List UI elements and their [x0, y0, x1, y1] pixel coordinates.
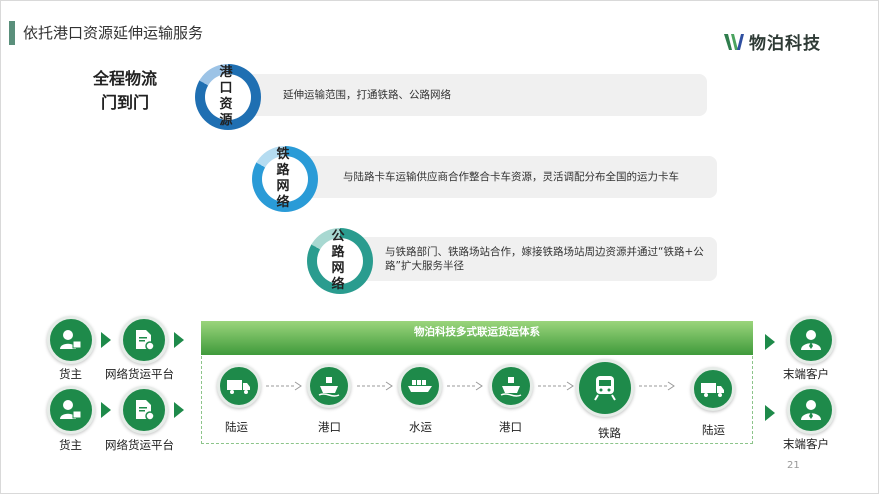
flow-arrow [174, 402, 184, 418]
flow-arrow [101, 332, 111, 348]
step-train-node [576, 359, 634, 417]
headline-line1: 全程物流 [92, 69, 157, 88]
page-number: 21 [787, 460, 800, 471]
step-label: 港口 [499, 420, 522, 434]
company-logo: 物泊科技 [723, 29, 821, 54]
slide: 依托港口资源延伸运输服务 物泊科技 全程物流 门到门 延伸运输范围，打通铁路、公… [0, 0, 879, 494]
badge-line1: 公路 [331, 229, 349, 260]
service-text: 与铁路部门、铁路场站合作，嫁接铁路场站周边资源并通过“铁路+公路”扩大服务半径 [385, 246, 704, 272]
cargo-ship-icon [408, 380, 432, 392]
port-ship-icon [500, 377, 522, 397]
badge-line2: 网络 [276, 179, 294, 210]
shipper-icon [60, 330, 82, 349]
truck-icon [701, 383, 724, 397]
step-truck-node [691, 367, 735, 411]
badge-road: 公路 网络 [317, 229, 363, 292]
step-label: 水运 [409, 420, 432, 434]
service-row-rail: 与陆路卡车运输供应商合作整合卡车资源，灵活调配分布全国的运力卡车 [273, 156, 717, 198]
freight-platform-label: 网络货运平台 [105, 367, 174, 381]
shipper-node [47, 386, 95, 434]
headline: 全程物流 门到门 [79, 67, 171, 115]
service-text: 与陆路卡车运输供应商合作整合卡车资源，灵活调配分布全国的运力卡车 [343, 171, 679, 183]
step-label: 陆运 [702, 423, 725, 437]
shipper-label: 货主 [59, 438, 82, 452]
badge-line1: 铁路 [276, 147, 294, 178]
step-label: 港口 [318, 420, 341, 434]
badge-port: 港口 资源 [205, 65, 251, 128]
title-accent-bar [9, 21, 15, 45]
slide-title: 依托港口资源延伸运输服务 [23, 24, 204, 42]
end-customer-node [787, 316, 835, 364]
step-port-node [307, 364, 351, 408]
dashed-arrow [266, 381, 302, 391]
step-ship-node [398, 364, 442, 408]
freight-platform-node [120, 386, 168, 434]
dashed-arrow [357, 381, 393, 391]
customer-icon [801, 400, 821, 420]
flow-arrow [174, 332, 184, 348]
service-row-road: 与铁路部门、铁路场站合作，嫁接铁路场站周边资源并通过“铁路+公路”扩大服务半径 [327, 237, 717, 281]
freight-platform-label: 网络货运平台 [105, 438, 174, 452]
end-customer-label: 末端客户 [783, 437, 829, 451]
badge-line2: 网络 [331, 261, 349, 292]
dashed-arrow [447, 381, 483, 391]
badge-rail: 铁路 网络 [262, 147, 308, 210]
w-leaf-logo-icon [724, 33, 744, 50]
badge-line2: 资源 [219, 97, 237, 128]
shipper-icon [60, 400, 82, 419]
dashed-arrow [538, 381, 574, 391]
document-gear-icon [136, 400, 155, 421]
customer-icon [801, 330, 821, 350]
port-ship-icon [318, 377, 340, 397]
freight-platform-node [120, 316, 168, 364]
train-icon [594, 376, 616, 401]
platform-title: 物泊科技多式联运货运体系 [201, 321, 753, 355]
flow-arrow [765, 334, 775, 350]
step-label: 铁路 [598, 426, 621, 440]
step-port-node [489, 364, 533, 408]
flow-arrow [101, 402, 111, 418]
dashed-arrow [639, 381, 675, 391]
truck-icon [227, 380, 250, 394]
end-customer-node [787, 386, 835, 434]
service-text: 延伸运输范围，打通铁路、公路网络 [283, 89, 451, 101]
shipper-label: 货主 [59, 367, 82, 381]
badge-line1: 港口 [219, 65, 237, 96]
step-truck-node [217, 364, 261, 408]
step-label: 陆运 [225, 420, 248, 434]
logo-text: 物泊科技 [749, 34, 821, 54]
end-customer-label: 末端客户 [783, 367, 829, 381]
flow-arrow [765, 405, 775, 421]
headline-line2: 门到门 [100, 93, 149, 112]
service-row-port: 延伸运输范围，打通铁路、公路网络 [213, 74, 707, 116]
document-gear-icon [136, 330, 155, 351]
shipper-node [47, 316, 95, 364]
